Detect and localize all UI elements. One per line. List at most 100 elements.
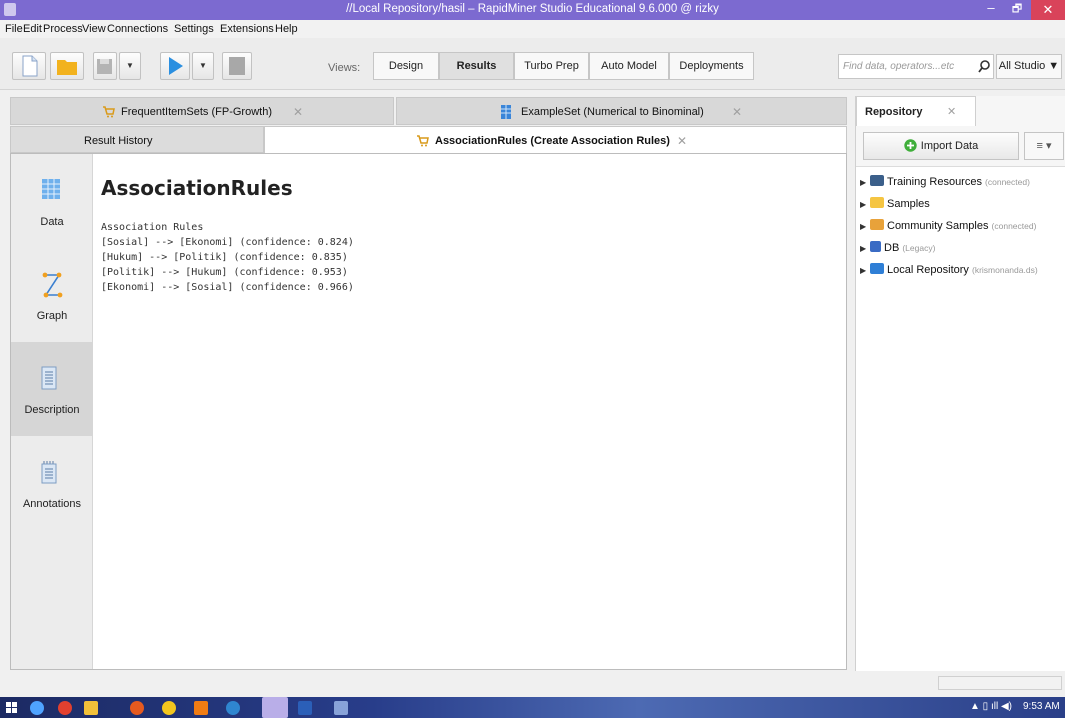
view-tab-deployments[interactable]: Deployments [669, 52, 754, 80]
sidebar-item-label: Description [24, 404, 80, 416]
tab-label: AssociationRules (Create Association Rul… [435, 135, 670, 147]
result-view-sidebar: Data Graph Description Annotations [11, 154, 93, 669]
menu-file[interactable]: File [5, 23, 23, 35]
tree-item-label: Community Samples [887, 220, 989, 232]
browser-icon[interactable] [226, 701, 240, 715]
sidebar-item-graph[interactable]: Graph [11, 248, 93, 342]
association-rules-list: Association Rules [Sosial] --> [Ekonomi] … [101, 220, 354, 295]
new-file-icon [22, 55, 38, 77]
community-icon [870, 219, 884, 230]
toolbar: ▼ ▼ Views: Design Results Turbo Prep Aut… [0, 38, 1065, 90]
expand-arrow-icon[interactable]: ▶ [860, 222, 870, 231]
status-bar [938, 676, 1062, 690]
search-icon[interactable] [977, 59, 991, 75]
repository-menu-button[interactable]: ≡ ▾ [1024, 132, 1064, 160]
tree-item-community-samples[interactable]: ▶ Community Samples (connected) [860, 219, 1036, 232]
sidebar-item-label: Data [40, 216, 64, 228]
expand-arrow-icon[interactable]: ▶ [860, 244, 870, 253]
save-dropdown-button[interactable]: ▼ [119, 52, 141, 80]
sidebar-item-data[interactable]: Data [11, 154, 93, 248]
cart-icon [417, 135, 429, 147]
menu-settings[interactable]: Settings [174, 23, 214, 35]
expand-arrow-icon[interactable]: ▶ [860, 266, 870, 275]
search-input[interactable]: Find data, operators...etc [838, 54, 994, 79]
window-icon[interactable] [334, 701, 348, 715]
view-tab-turbo-prep[interactable]: Turbo Prep [514, 52, 589, 80]
window-title: //Local Repository/hasil – RapidMiner St… [346, 3, 719, 15]
tree-item-samples[interactable]: ▶ Samples [860, 197, 930, 210]
sidebar-item-description[interactable]: Description [11, 342, 93, 436]
play-icon [169, 57, 183, 75]
vlc-icon[interactable] [194, 701, 208, 715]
close-tab-icon[interactable]: ✕ [293, 98, 303, 126]
save-icon [97, 59, 112, 74]
edge-browser-icon[interactable] [30, 701, 44, 715]
tree-item-db[interactable]: ▶ DB (Legacy) [860, 241, 935, 254]
import-data-label: Import Data [920, 140, 979, 152]
expand-arrow-icon[interactable]: ▶ [860, 200, 870, 209]
minimize-button[interactable]: – [978, 1, 1004, 18]
run-button[interactable] [160, 52, 190, 80]
open-process-button[interactable] [50, 52, 84, 80]
tab-repository[interactable]: Repository ✕ [856, 96, 976, 126]
menu-view[interactable]: View [82, 23, 106, 35]
repository-tab-label: Repository [865, 106, 923, 118]
tab-label: ExampleSet (Numerical to Binominal) [521, 106, 704, 118]
maximize-button[interactable]: 🗗 [1004, 1, 1030, 18]
tab-frequent-itemsets[interactable]: FrequentItemSets (FP-Growth) ✕ [10, 97, 394, 125]
menu-connections[interactable]: Connections [107, 23, 168, 35]
new-process-button[interactable] [12, 52, 46, 80]
file-explorer-icon[interactable] [84, 701, 98, 715]
chrome-icon[interactable] [162, 701, 176, 715]
document-icon [41, 366, 57, 390]
tree-item-training-resources[interactable]: ▶ Training Resources (connected) [860, 175, 1030, 188]
sidebar-item-annotations[interactable]: Annotations [11, 436, 93, 530]
tab-exampleset[interactable]: ExampleSet (Numerical to Binominal) ✕ [396, 97, 847, 125]
tab-result-history[interactable]: Result History [10, 126, 264, 153]
close-tab-icon[interactable]: ✕ [732, 98, 742, 126]
tree-item-label: Training Resources [887, 176, 982, 188]
menu-help[interactable]: Help [275, 23, 298, 35]
description-content: AssociationRules Association Rules [Sosia… [101, 176, 354, 293]
tab-association-rules[interactable]: AssociationRules (Create Association Rul… [264, 126, 847, 154]
view-tab-auto-model[interactable]: Auto Model [589, 52, 669, 80]
title-bar: //Local Repository/hasil – RapidMiner St… [0, 0, 1065, 20]
views-label: Views: [328, 62, 361, 74]
close-window-button[interactable]: ✕ [1031, 0, 1065, 20]
rule-line: [Ekonomi] --> [Sosial] (confidence: 0.96… [101, 282, 354, 293]
view-tab-results[interactable]: Results [439, 52, 514, 80]
sidebar-item-label: Graph [36, 310, 68, 322]
view-tab-design[interactable]: Design [373, 52, 439, 80]
tab-label: FrequentItemSets (FP-Growth) [121, 106, 272, 118]
close-tab-icon[interactable]: ✕ [947, 97, 956, 127]
opera-icon[interactable] [58, 701, 72, 715]
tree-item-status: (Legacy) [902, 243, 936, 253]
word-icon[interactable] [298, 701, 312, 715]
all-studio-dropdown[interactable]: All Studio ▼ [996, 54, 1062, 79]
menu-extensions[interactable]: Extensions [220, 23, 274, 35]
run-dropdown-button[interactable]: ▼ [192, 52, 214, 80]
rapidminer-taskbar-icon[interactable] [262, 697, 288, 718]
graduation-cap-icon [870, 175, 884, 186]
menu-edit[interactable]: Edit [23, 23, 42, 35]
rule-line: [Politik] --> [Hukum] (confidence: 0.953… [101, 267, 348, 278]
graph-icon [42, 272, 63, 298]
tree-item-label: Samples [887, 198, 930, 210]
plus-circle-icon [904, 139, 917, 152]
expand-arrow-icon[interactable]: ▶ [860, 178, 870, 187]
rules-title: Association Rules [101, 222, 204, 233]
close-tab-icon[interactable]: ✕ [677, 127, 687, 155]
tray-icons[interactable]: ▲ ▯ ıll ◀) [970, 701, 1012, 712]
rule-line: [Hukum] --> [Politik] (confidence: 0.835… [101, 252, 348, 263]
table-grid-icon [42, 179, 60, 199]
windows-start-icon[interactable] [6, 702, 17, 713]
clock: 9:53 AM [1023, 701, 1060, 712]
menu-process[interactable]: Process [43, 23, 83, 35]
save-button[interactable] [93, 52, 117, 80]
firefox-icon[interactable] [130, 701, 144, 715]
import-data-button[interactable]: Import Data [863, 132, 1019, 160]
tree-item-local-repository[interactable]: ▶ Local Repository (krismonanda.ds) [860, 263, 1038, 276]
stop-button[interactable] [222, 52, 252, 80]
repository-panel: Repository ✕ Import Data ≡ ▾ ▶ Training R… [855, 96, 1065, 671]
tree-item-status: (connected) [985, 177, 1030, 187]
